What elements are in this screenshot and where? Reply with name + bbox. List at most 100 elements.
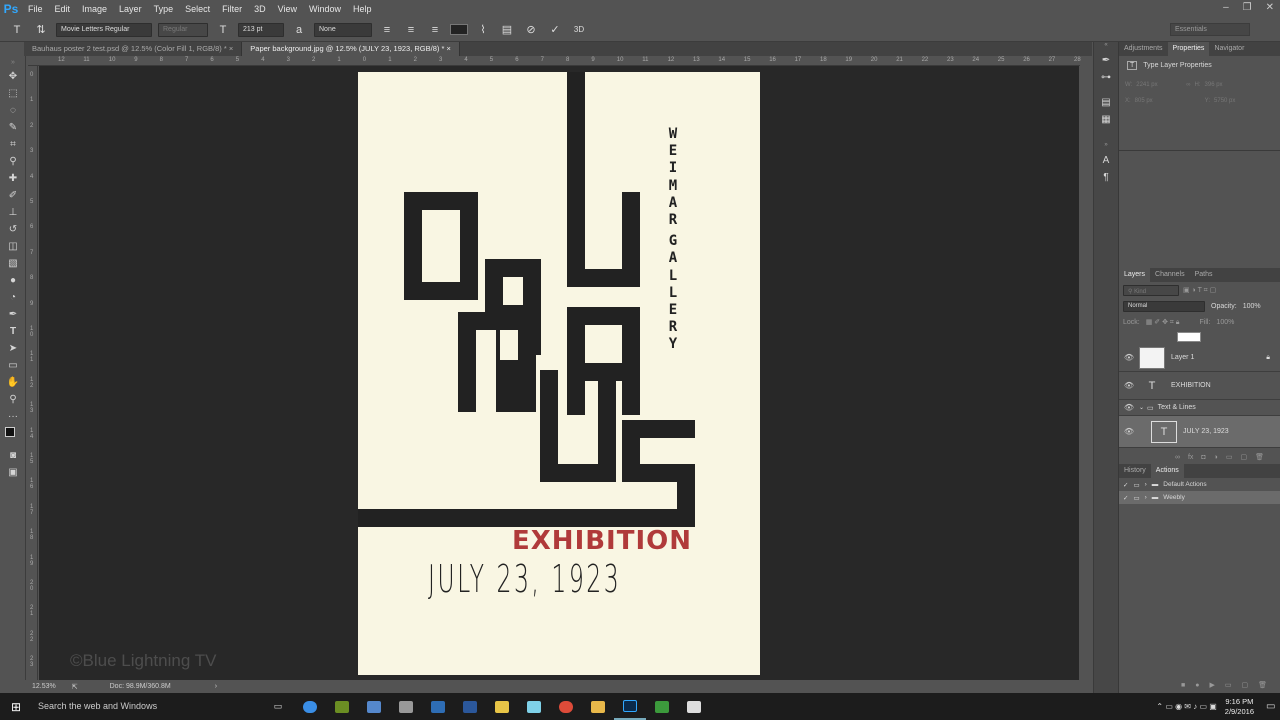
screen-mode-icon[interactable]: ▣ — [0, 464, 26, 481]
zoom-tool-icon[interactable]: ⚲ — [0, 391, 26, 408]
layer-comps-icon[interactable]: ▤ — [1094, 94, 1118, 111]
w-value[interactable]: 2241 px — [1136, 82, 1182, 88]
fx-icon[interactable]: fx — [1188, 454, 1193, 461]
pen-tool-icon[interactable]: ✒ — [0, 306, 26, 323]
record-icon[interactable]: ● — [1195, 682, 1199, 689]
app-icon[interactable] — [326, 693, 358, 720]
layer-row-exhibition[interactable]: 👁︎ T EXHIBITION — [1119, 372, 1280, 400]
tab-channels[interactable]: Channels — [1150, 268, 1190, 282]
tab-navigator[interactable]: Navigator — [1209, 42, 1249, 56]
link-layers-icon[interactable]: ∞ — [1175, 454, 1180, 461]
blur-tool-icon[interactable]: ● — [0, 272, 26, 289]
chevron-right-icon[interactable]: › — [215, 683, 217, 690]
dodge-tool-icon[interactable]: ◔ — [0, 289, 26, 306]
paragraph-icon[interactable]: ¶ — [1094, 169, 1118, 186]
filter-icons[interactable]: ▣ ◑ T ⌗ ▢ — [1183, 286, 1216, 295]
menu-layer[interactable]: Layer — [113, 0, 148, 18]
path-select-icon[interactable]: ➤ — [0, 340, 26, 357]
move-tool-icon[interactable]: ✥ — [0, 68, 26, 85]
warp-text-icon[interactable]: ⌇ — [474, 21, 492, 39]
trash-icon[interactable]: 🗑︎ — [1258, 681, 1267, 689]
tab-actions[interactable]: Actions — [1150, 464, 1184, 478]
tab-adjustments[interactable]: Adjustments — [1119, 42, 1168, 56]
adjustment-icon[interactable]: ◑ — [1214, 454, 1218, 461]
chevron-down-icon[interactable]: ⌄ — [1139, 404, 1144, 411]
eye-icon[interactable]: 👁︎ — [1119, 403, 1139, 412]
anti-alias-select[interactable]: None — [314, 22, 372, 37]
check-icon[interactable]: ✓ — [1123, 494, 1128, 502]
font-style-select[interactable]: Regular — [158, 22, 208, 37]
restore-button[interactable]: ❐ — [1243, 2, 1252, 13]
text-color-swatch[interactable] — [450, 24, 468, 35]
workspace-select[interactable]: Essentials — [1170, 23, 1250, 36]
tray-icons[interactable]: ⌃ ▭ ◉ ✉ ♪ ▭ ▣ — [1156, 702, 1216, 711]
shape-tool-icon[interactable]: ▭ — [0, 357, 26, 374]
windows-start-icon[interactable]: ⊞ — [0, 693, 32, 720]
type-tool-icon[interactable]: T — [0, 323, 26, 340]
eye-icon[interactable]: 👁︎ — [1119, 353, 1139, 362]
tab-bauhaus-poster[interactable]: Bauhaus poster 2 test.psd @ 12.5% (Color… — [24, 42, 243, 56]
quick-select-tool-icon[interactable]: ✎ — [0, 119, 26, 136]
kind-filter[interactable]: ⚲ Kind — [1123, 284, 1179, 296]
align-right-icon[interactable]: ≡ — [426, 21, 444, 39]
healing-tool-icon[interactable]: ✚ — [0, 170, 26, 187]
layer-row-layer1[interactable]: 👁︎ Layer 1 🔒︎ — [1119, 344, 1280, 372]
eyedropper-tool-icon[interactable]: ⚲ — [0, 153, 26, 170]
tab-paper-background[interactable]: Paper background.jpg @ 12.5% (JULY 23, 1… — [242, 42, 460, 56]
eye-icon[interactable]: 👁︎ — [1119, 381, 1139, 390]
notifications-icon[interactable]: ▭ — [1266, 701, 1280, 712]
menu-window[interactable]: Window — [303, 0, 347, 18]
menu-image[interactable]: Image — [76, 0, 113, 18]
collapse-icon[interactable]: » — [1094, 142, 1118, 152]
brush-settings-icon[interactable]: ✒ — [1094, 52, 1118, 69]
app-icon[interactable] — [294, 693, 326, 720]
text-orientation-icon[interactable]: ⇅ — [32, 21, 50, 39]
stop-icon[interactable]: ■ — [1181, 682, 1185, 689]
chrome-icon[interactable] — [550, 693, 582, 720]
type-tool-icon[interactable]: T — [8, 21, 26, 39]
marquee-tool-icon[interactable]: ⬚ — [0, 85, 26, 102]
poster-canvas[interactable]: WEIMARGALLERY EXHIBITION JULY 23, 1923 — [358, 72, 760, 675]
eye-icon[interactable]: 👁︎ — [1119, 427, 1139, 436]
collapse-icon[interactable]: « — [1094, 42, 1118, 52]
lasso-tool-icon[interactable]: ◌ — [0, 102, 26, 119]
chevron-right-icon[interactable]: › — [1145, 494, 1147, 501]
new-layer-icon[interactable]: ▢ — [1240, 453, 1247, 461]
clock[interactable]: 9:16 PM 2/9/2016 — [1225, 697, 1254, 717]
3d-icon[interactable]: 3D — [570, 21, 588, 39]
menu-type[interactable]: Type — [148, 0, 180, 18]
x-value[interactable]: 805 px — [1135, 98, 1201, 104]
clipboard-icon[interactable]: ▦ — [1094, 111, 1118, 128]
app-icon[interactable] — [422, 693, 454, 720]
tab-properties[interactable]: Properties — [1167, 42, 1210, 56]
history-brush-icon[interactable]: ↺ — [0, 221, 26, 238]
app-icon[interactable] — [486, 693, 518, 720]
check-icon[interactable]: ✓ — [1123, 481, 1128, 489]
share-icon[interactable]: ⇱ — [72, 683, 78, 691]
menu-view[interactable]: View — [272, 0, 303, 18]
blend-mode-select[interactable]: Normal — [1123, 300, 1205, 312]
menu-filter[interactable]: Filter — [216, 0, 248, 18]
menu-edit[interactable]: Edit — [49, 0, 77, 18]
adjust-icon[interactable]: ⊶ — [1094, 69, 1118, 86]
font-family-select[interactable]: Movie Letters Regular — [56, 22, 152, 37]
close-button[interactable]: ✕ — [1266, 2, 1274, 13]
menu-3d[interactable]: 3D — [248, 0, 272, 18]
search-box[interactable]: Search the web and Windows — [32, 693, 262, 720]
file-explorer-icon[interactable] — [582, 693, 614, 720]
font-size-select[interactable]: 213 pt — [238, 22, 284, 37]
action-row[interactable]: ✓ ▭ › ▬ Weebly — [1119, 491, 1280, 504]
hand-tool-icon[interactable]: ✋ — [0, 374, 26, 391]
play-icon[interactable]: ▶ — [1209, 681, 1214, 689]
new-set-icon[interactable]: ▭ — [1225, 681, 1232, 689]
tab-paths[interactable]: Paths — [1190, 268, 1218, 282]
lock-icons[interactable]: ▦ ✐ ✥ ⌗ 🔒︎ — [1146, 318, 1180, 327]
mask-icon[interactable]: ◘ — [1201, 454, 1205, 461]
fill-value[interactable]: 100% — [1216, 319, 1234, 326]
new-group-icon[interactable]: ▭ — [1226, 453, 1233, 461]
trash-icon[interactable]: 🗑︎ — [1255, 453, 1264, 461]
word-icon[interactable] — [454, 693, 486, 720]
action-row[interactable]: ✓ ▭ › ▬ Default Actions — [1119, 478, 1280, 491]
eraser-tool-icon[interactable]: ◫ — [0, 238, 26, 255]
gradient-tool-icon[interactable]: ▧ — [0, 255, 26, 272]
